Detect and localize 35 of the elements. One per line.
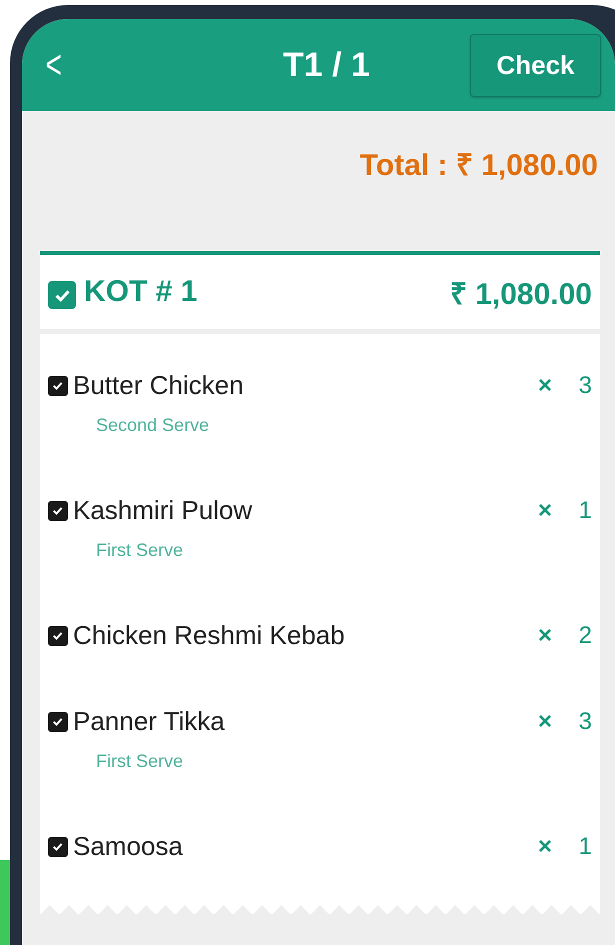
- item-name: Butter Chicken: [73, 370, 244, 401]
- checkmark-icon: [52, 380, 64, 392]
- kot-checkbox[interactable]: [48, 281, 76, 309]
- item-quantity: 3: [578, 372, 592, 400]
- item-quantity: 3: [578, 708, 592, 736]
- times-sign: ×: [538, 496, 554, 524]
- checkmark-icon: [52, 840, 64, 852]
- item-name: Chicken Reshmi Kebab: [73, 620, 345, 651]
- kot-amount: ₹ 1,080.00: [450, 276, 592, 312]
- checkmark-icon: [52, 630, 64, 642]
- item-checkbox[interactable]: [48, 712, 68, 732]
- screen-title: T1 / 1: [283, 46, 370, 84]
- checkmark-icon: [52, 504, 64, 516]
- item-name: Panner Tikka: [73, 706, 225, 737]
- item-checkbox[interactable]: [48, 376, 68, 396]
- item-name: Kashmiri Pulow: [73, 495, 252, 526]
- check-button[interactable]: Check: [470, 34, 601, 96]
- item-quantity: 1: [578, 496, 592, 524]
- serve-label: First Serve: [96, 540, 184, 561]
- item-quantity: 1: [578, 832, 592, 860]
- order-total: Total : ₹ 1,080.00: [358, 148, 599, 184]
- times-sign: ×: [538, 708, 554, 736]
- item-checkbox[interactable]: [48, 500, 68, 520]
- back-button[interactable]: <: [46, 45, 62, 85]
- times-sign: ×: [538, 832, 554, 860]
- item-name: Samoosa: [73, 831, 183, 862]
- serve-label: Second Serve: [96, 415, 210, 436]
- times-sign: ×: [538, 622, 554, 650]
- serve-label: First Serve: [96, 751, 184, 772]
- item-checkbox[interactable]: [48, 626, 68, 646]
- times-sign: ×: [538, 372, 554, 400]
- kot-label: KOT # 1: [84, 275, 198, 309]
- checkmark-icon: [52, 716, 64, 728]
- item-quantity: 2: [578, 622, 592, 650]
- item-checkbox[interactable]: [48, 836, 68, 856]
